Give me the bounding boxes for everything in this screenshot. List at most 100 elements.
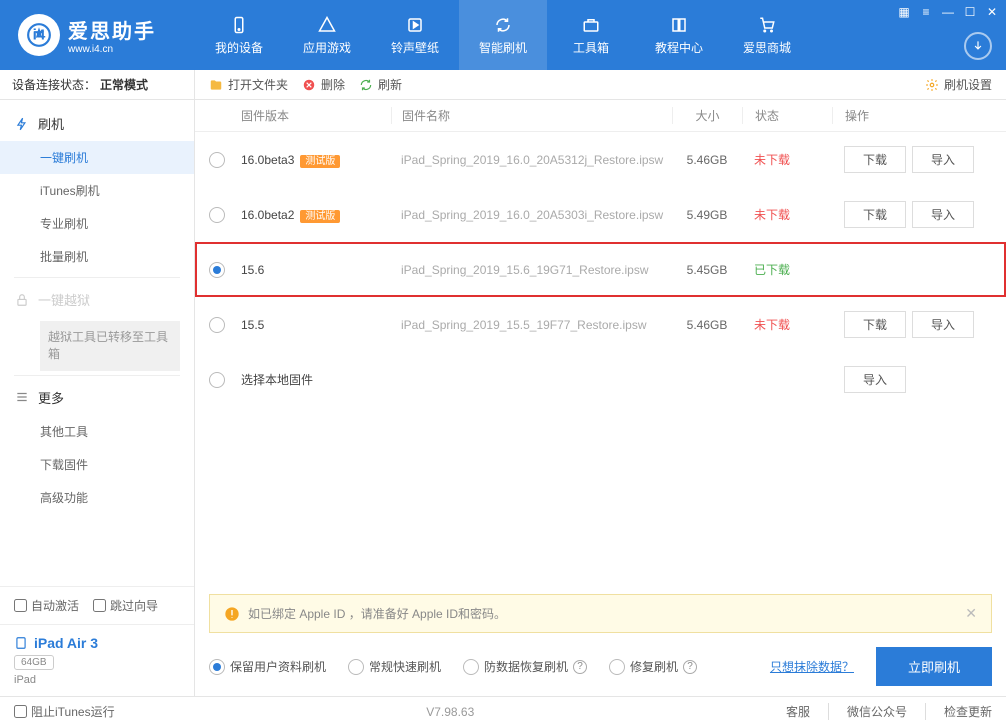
import-button[interactable]: 导入 xyxy=(912,201,974,228)
firmware-row[interactable]: 16.0beta3测试版 iPad_Spring_2019_16.0_20A53… xyxy=(195,132,1006,187)
firmware-status: 已下载 xyxy=(742,261,832,278)
nav-flash[interactable]: 智能刷机 xyxy=(459,0,547,70)
footer-wechat[interactable]: 微信公众号 xyxy=(828,703,907,720)
firmware-name: iPad_Spring_2019_16.0_20A5303i_Restore.i… xyxy=(401,208,663,222)
erase-data-link[interactable]: 只想抹除数据？ xyxy=(770,658,854,675)
app-header: i4 爱思助手 www.i4.cn 我的设备 应用游戏 铃声壁纸 智能刷机 工具… xyxy=(0,0,1006,70)
help-icon[interactable]: ? xyxy=(573,660,587,674)
sidebar-download-firmware[interactable]: 下载固件 xyxy=(0,448,194,481)
footer: 阻止iTunes运行 V7.98.63 客服 微信公众号 检查更新 xyxy=(0,696,1006,726)
footer-support[interactable]: 客服 xyxy=(786,703,810,720)
sidebar-itunes-flash[interactable]: iTunes刷机 xyxy=(0,174,194,207)
nav-store[interactable]: 爱思商城 xyxy=(723,0,811,70)
col-name-header: 固件名称 xyxy=(391,107,672,124)
firmware-status: 未下载 xyxy=(742,206,832,223)
footer-update[interactable]: 检查更新 xyxy=(925,703,992,720)
import-button[interactable]: 导入 xyxy=(912,146,974,173)
download-button[interactable]: 下载 xyxy=(844,311,906,338)
toolbar: 打开文件夹 删除 刷新 刷机设置 xyxy=(195,70,1006,100)
device-type: iPad xyxy=(14,674,180,686)
firmware-name: iPad_Spring_2019_15.5_19F77_Restore.ipsw xyxy=(401,318,647,332)
maximize-icon[interactable]: ☐ xyxy=(962,4,978,20)
firmware-name: iPad_Spring_2019_16.0_20A5312j_Restore.i… xyxy=(401,153,663,167)
local-firmware-row[interactable]: 选择本地固件 导入 xyxy=(195,352,1006,407)
gear-icon xyxy=(925,78,939,92)
firmware-row[interactable]: 16.0beta2测试版 iPad_Spring_2019_16.0_20A53… xyxy=(195,187,1006,242)
firmware-size: 5.45GB xyxy=(672,263,742,277)
block-itunes-checkbox[interactable]: 阻止iTunes运行 xyxy=(14,703,115,720)
firmware-radio[interactable] xyxy=(209,152,225,168)
skip-wizard-checkbox[interactable]: 跳过向导 xyxy=(93,597,158,614)
flash-settings-button[interactable]: 刷机设置 xyxy=(925,76,992,93)
sidebar-more-section[interactable]: 更多 xyxy=(0,380,194,415)
app-logo-icon: i4 xyxy=(18,14,60,56)
device-info: iPad Air 3 64GB iPad xyxy=(0,624,194,696)
import-button[interactable]: 导入 xyxy=(912,311,974,338)
main-nav: 我的设备 应用游戏 铃声壁纸 智能刷机 工具箱 教程中心 爱思商城 xyxy=(195,0,811,70)
nav-tutorials[interactable]: 教程中心 xyxy=(635,0,723,70)
connection-status: 设备连接状态： 正常模式 xyxy=(0,70,194,100)
import-button[interactable]: 导入 xyxy=(844,366,906,393)
sidebar-other-tools[interactable]: 其他工具 xyxy=(0,415,194,448)
nav-apps[interactable]: 应用游戏 xyxy=(283,0,371,70)
firmware-name: iPad_Spring_2019_15.6_19G71_Restore.ipsw xyxy=(401,263,649,277)
firmware-size: 5.49GB xyxy=(672,208,742,222)
menu-icon[interactable]: ▦ xyxy=(896,4,912,20)
firmware-radio[interactable] xyxy=(209,207,225,223)
firmware-row[interactable]: 15.6 iPad_Spring_2019_15.6_19G71_Restore… xyxy=(195,242,1006,297)
firmware-status: 未下载 xyxy=(742,151,832,168)
app-version: V7.98.63 xyxy=(426,705,474,719)
flash-icon xyxy=(14,116,30,132)
music-icon xyxy=(405,15,425,35)
firmware-status: 未下载 xyxy=(742,316,832,333)
open-folder-button[interactable]: 打开文件夹 xyxy=(209,76,288,93)
start-flash-button[interactable]: 立即刷机 xyxy=(876,647,992,686)
sidebar-flash-section[interactable]: 刷机 xyxy=(0,106,194,141)
sidebar-oneclick-flash[interactable]: 一键刷机 xyxy=(0,141,194,174)
firmware-radio[interactable] xyxy=(209,262,225,278)
firmware-radio[interactable] xyxy=(209,317,225,333)
refresh-icon xyxy=(493,15,513,35)
sidebar-advanced[interactable]: 高级功能 xyxy=(0,481,194,514)
col-ops-header: 操作 xyxy=(832,107,992,124)
minimize-icon[interactable]: — xyxy=(940,4,956,20)
cart-icon xyxy=(757,15,777,35)
nav-ringtone[interactable]: 铃声壁纸 xyxy=(371,0,459,70)
option-quick[interactable]: 常规快速刷机 xyxy=(348,658,441,675)
device-name: iPad Air 3 xyxy=(14,635,180,651)
app-subtitle: www.i4.cn xyxy=(68,44,156,55)
firmware-row[interactable]: 15.5 iPad_Spring_2019_15.5_19F77_Restore… xyxy=(195,297,1006,352)
sidebar-batch-flash[interactable]: 批量刷机 xyxy=(0,240,194,273)
sidebar-pro-flash[interactable]: 专业刷机 xyxy=(0,207,194,240)
nav-device[interactable]: 我的设备 xyxy=(195,0,283,70)
col-version-header: 固件版本 xyxy=(241,107,391,124)
download-button[interactable]: 下载 xyxy=(844,146,906,173)
download-progress-icon[interactable] xyxy=(964,32,992,60)
auto-activate-checkbox[interactable]: 自动激活 xyxy=(14,597,79,614)
help-icon[interactable]: ? xyxy=(683,660,697,674)
nav-toolbox[interactable]: 工具箱 xyxy=(547,0,635,70)
close-icon[interactable]: ✕ xyxy=(984,4,1000,20)
option-keep-data[interactable]: 保留用户资料刷机 xyxy=(209,658,326,675)
device-icon xyxy=(229,15,249,35)
content-area: 打开文件夹 删除 刷新 刷机设置 固件版本 固件名称 大小 状态 操作 16.0… xyxy=(195,70,1006,696)
firmware-radio[interactable] xyxy=(209,372,225,388)
firmware-version: 15.5 xyxy=(241,318,264,332)
delete-icon xyxy=(302,78,316,92)
firmware-version: 15.6 xyxy=(241,263,264,277)
firmware-size: 5.46GB xyxy=(672,318,742,332)
option-repair[interactable]: 修复刷机? xyxy=(609,658,697,675)
list-icon[interactable]: ≡ xyxy=(918,4,934,20)
warning-bar: 如已绑定 Apple ID ，请准备好 Apple ID和密码。 ✕ xyxy=(209,594,992,633)
warning-text: 如已绑定 Apple ID ，请准备好 Apple ID和密码。 xyxy=(248,605,506,622)
option-anti-recovery[interactable]: 防数据恢复刷机? xyxy=(463,658,587,675)
sidebar: 设备连接状态： 正常模式 刷机 一键刷机 iTunes刷机 专业刷机 批量刷机 … xyxy=(0,70,195,696)
sidebar-checkboxes: 自动激活 跳过向导 xyxy=(0,586,194,624)
folder-icon xyxy=(209,78,223,92)
beta-badge: 测试版 xyxy=(300,210,340,223)
firmware-version: 16.0beta3 xyxy=(241,153,294,167)
warning-close-icon[interactable]: ✕ xyxy=(965,605,977,622)
delete-button[interactable]: 删除 xyxy=(302,76,345,93)
download-button[interactable]: 下载 xyxy=(844,201,906,228)
refresh-button[interactable]: 刷新 xyxy=(359,76,402,93)
